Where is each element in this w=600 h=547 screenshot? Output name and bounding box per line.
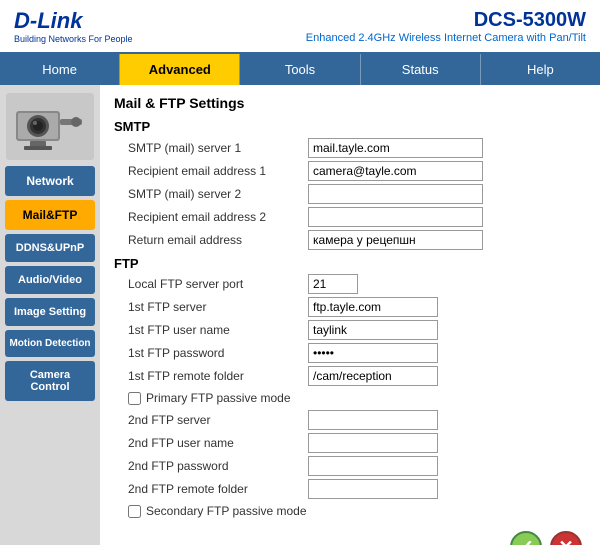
recipient1-row: Recipient email address 1 [114,161,586,181]
recipient2-label: Recipient email address 2 [128,210,308,224]
smtp-server1-row: SMTP (mail) server 1 [114,138,586,158]
main-layout: Network Mail&FTP DDNS&UPnP Audio/Video I… [0,85,600,545]
ftp-port-row: Local FTP server port [114,274,586,294]
ftp2-username-row: 2nd FTP user name [114,433,586,453]
return-email-label: Return email address [128,233,308,247]
nav-tools[interactable]: Tools [240,54,360,85]
nav-help[interactable]: Help [481,54,600,85]
sidebar-item-cameracontrol[interactable]: Camera Control [5,361,95,401]
ftp2-server-row: 2nd FTP server [114,410,586,430]
ftp2-server-input[interactable] [308,410,438,430]
ftp2-server-label: 2nd FTP server [128,413,308,427]
header: D-Link Building Networks For People DCS-… [0,0,600,54]
secondary-passive-checkbox[interactable] [128,505,141,518]
nav-home[interactable]: Home [0,54,120,85]
navbar: Home Advanced Tools Status Help [0,54,600,85]
footer-buttons: ✓ ✕ [114,523,586,545]
sidebar-item-audiovideo[interactable]: Audio/Video [5,266,95,294]
ftp2-password-input[interactable] [308,456,438,476]
recipient2-input[interactable] [308,207,483,227]
smtp-server1-input[interactable] [308,138,483,158]
sidebar-item-motiondetection[interactable]: Motion Detection [5,330,95,357]
smtp-server2-input[interactable] [308,184,483,204]
ftp1-folder-label: 1st FTP remote folder [128,369,308,383]
ftp1-username-row: 1st FTP user name [114,320,586,340]
header-right: DCS-5300W Enhanced 2.4GHz Wireless Inter… [306,9,586,44]
recipient1-input[interactable] [308,161,483,181]
ftp1-server-row: 1st FTP server [114,297,586,317]
ok-button[interactable]: ✓ [510,531,542,545]
cancel-button[interactable]: ✕ [550,531,582,545]
brand-name: D-Link [14,8,133,34]
brand-tagline: Building Networks For People [14,34,133,44]
model-description: Enhanced 2.4GHz Wireless Internet Camera… [306,32,586,44]
camera-icon [14,99,86,151]
page-title: Mail & FTP Settings [114,95,586,111]
ftp1-username-input[interactable] [308,320,438,340]
recipient2-row: Recipient email address 2 [114,207,586,227]
primary-passive-label: Primary FTP passive mode [146,391,291,405]
ftp-port-input[interactable] [308,274,358,294]
sidebar-item-network[interactable]: Network [5,166,95,196]
smtp-server1-label: SMTP (mail) server 1 [128,141,308,155]
smtp-section-title: SMTP [114,119,586,134]
secondary-passive-label: Secondary FTP passive mode [146,504,307,518]
sidebar: Network Mail&FTP DDNS&UPnP Audio/Video I… [0,85,100,545]
ftp-section-title: FTP [114,256,586,271]
ftp-port-label: Local FTP server port [128,277,308,291]
sidebar-item-mailftp[interactable]: Mail&FTP [5,200,95,230]
ftp1-username-label: 1st FTP user name [128,323,308,337]
smtp-server2-label: SMTP (mail) server 2 [128,187,308,201]
ftp2-password-row: 2nd FTP password [114,456,586,476]
ftp2-username-label: 2nd FTP user name [128,436,308,450]
nav-status[interactable]: Status [361,54,481,85]
ftp1-password-row: 1st FTP password [114,343,586,363]
return-email-row: Return email address [114,230,586,250]
ftp2-username-input[interactable] [308,433,438,453]
ftp2-folder-input[interactable] [308,479,438,499]
primary-passive-row: Primary FTP passive mode [128,391,586,405]
recipient1-label: Recipient email address 1 [128,164,308,178]
sidebar-item-imagesetting[interactable]: Image Setting [5,298,95,326]
ftp1-folder-row: 1st FTP remote folder [114,366,586,386]
ftp1-folder-input[interactable] [308,366,438,386]
ftp1-password-input[interactable] [308,343,438,363]
smtp-server2-row: SMTP (mail) server 2 [114,184,586,204]
ftp2-password-label: 2nd FTP password [128,459,308,473]
camera-icon-container [6,93,94,160]
ftp1-password-label: 1st FTP password [128,346,308,360]
sidebar-item-ddns[interactable]: DDNS&UPnP [5,234,95,262]
return-email-input[interactable] [308,230,483,250]
ftp1-server-label: 1st FTP server [128,300,308,314]
ftp2-folder-label: 2nd FTP remote folder [128,482,308,496]
primary-passive-checkbox[interactable] [128,392,141,405]
nav-advanced[interactable]: Advanced [120,54,240,85]
ftp2-folder-row: 2nd FTP remote folder [114,479,586,499]
secondary-passive-row: Secondary FTP passive mode [128,504,586,518]
content-area: Mail & FTP Settings SMTP SMTP (mail) ser… [100,85,600,545]
model-name: DCS-5300W [306,9,586,32]
dlink-logo: D-Link Building Networks For People [14,8,133,44]
ftp1-server-input[interactable] [308,297,438,317]
